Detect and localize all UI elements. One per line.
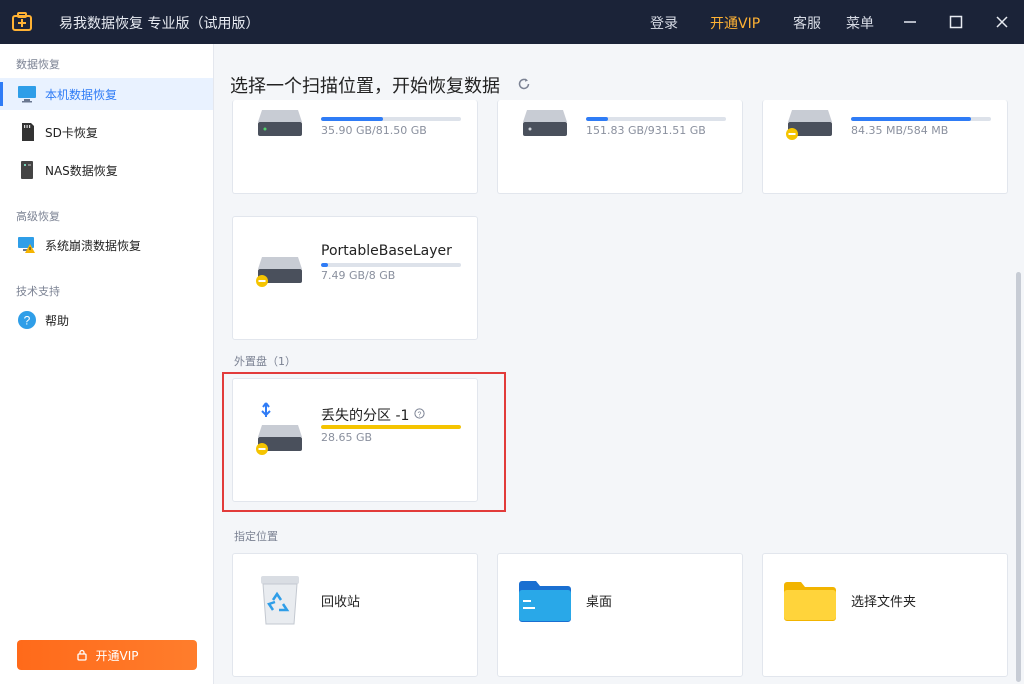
vip-button-label: 开通VIP [95,648,139,663]
app-title: 易我数据恢复 专业版（试用版） [59,16,260,32]
menu-link[interactable]: 菜单 [846,13,874,33]
nas-icon [21,161,33,179]
drive-card[interactable]: 151.83 GB/931.51 GB [497,100,743,194]
hard-drive-icon [258,110,302,136]
sidebar: 数据恢复 本机数据恢复 SD卡恢复 NAS数据恢复 高级恢复 系统崩溃数据恢复 … [0,44,214,684]
sidebar-item-label: 帮助 [45,313,70,328]
minimize-icon [904,21,916,23]
usage-bar [321,117,461,121]
svg-text:?: ? [24,314,31,328]
page-title: 选择一个扫描位置，开始恢复数据 [230,76,500,97]
select-folder-card[interactable]: 选择文件夹 [762,553,1008,677]
monitor-icon [18,86,36,103]
sd-card-icon [22,123,34,141]
lock-icon [76,649,87,661]
location-label: 桌面 [586,595,613,610]
desktop-card[interactable]: 桌面 [497,553,743,677]
external-drive-name: 丢失的分区 -1 [321,408,410,424]
maximize-button[interactable] [944,10,968,34]
section-data-recovery: 数据恢复 [16,58,60,71]
section-advanced-recovery: 高级恢复 [16,210,60,223]
drive-card[interactable]: 35.90 GB/81.50 GB [232,100,478,194]
sidebar-item-label: SD卡恢复 [45,125,98,140]
scrollbar[interactable] [1016,272,1021,682]
drive-name: PortableBaseLayer [321,243,452,259]
sidebar-item-local-recovery[interactable]: 本机数据恢复 [0,78,213,110]
sidebar-item-nas[interactable]: NAS数据恢复 [0,154,213,186]
customer-service-link[interactable]: 客服 [793,13,821,33]
app-logo-icon [12,12,32,31]
location-label: 回收站 [321,595,361,610]
drive-card[interactable]: PortableBaseLayer 7.49 GB/8 GB [232,216,478,340]
usage-bar [321,263,461,267]
close-button[interactable] [990,10,1014,34]
refresh-icon[interactable] [517,77,531,91]
sidebar-item-label: 本机数据恢复 [45,87,118,102]
external-drive-size: 28.65 GB [321,431,373,444]
external-drives-label: 外置盘（1） [234,355,296,368]
sidebar-vip-button[interactable]: 开通VIP [17,640,197,670]
minimize-button[interactable] [898,10,922,34]
close-icon [996,16,1008,28]
svg-text:?: ? [418,411,422,418]
section-tech-support: 技术支持 [16,285,60,298]
sidebar-item-system-crash[interactable]: 系统崩溃数据恢复 [0,229,213,261]
usage-bar [586,117,726,121]
usage-bar [321,425,461,429]
vip-link[interactable]: 开通VIP [710,13,760,33]
recycle-bin-card[interactable]: 回收站 [232,553,478,677]
title-bar: 易我数据恢复 专业版（试用版） 登录 开通VIP 客服 菜单 [0,0,1024,44]
sidebar-item-help[interactable]: ? 帮助 [0,304,213,336]
drive-card[interactable]: 84.35 MB/584 MB [762,100,1008,194]
drive-size: 7.49 GB/8 GB [321,269,396,282]
recycle-bin-icon [261,576,299,625]
sidebar-item-label: NAS数据恢复 [45,163,118,178]
drive-size: 151.83 GB/931.51 GB [586,124,706,137]
hard-drive-icon [256,257,302,287]
drive-size: 84.35 MB/584 MB [851,124,949,137]
login-link[interactable]: 登录 [650,13,678,33]
locations-label: 指定位置 [234,530,278,543]
hard-drive-icon [523,110,567,136]
drive-size: 35.90 GB/81.50 GB [321,124,427,137]
hard-drive-icon [786,110,832,140]
maximize-icon [949,15,963,29]
info-icon[interactable]: ? [414,408,425,419]
desktop-folder-icon [519,581,571,622]
folder-icon [784,582,836,621]
sidebar-item-sd-card[interactable]: SD卡恢复 [0,116,213,148]
help-icon: ? [18,311,36,329]
sidebar-item-label: 系统崩溃数据恢复 [45,238,142,253]
external-drive-card[interactable]: 丢失的分区 -1 ? 28.65 GB [232,378,478,502]
usage-bar [851,117,991,121]
system-crash-icon [18,237,35,253]
usb-drive-icon [256,402,302,455]
location-label: 选择文件夹 [851,595,917,610]
